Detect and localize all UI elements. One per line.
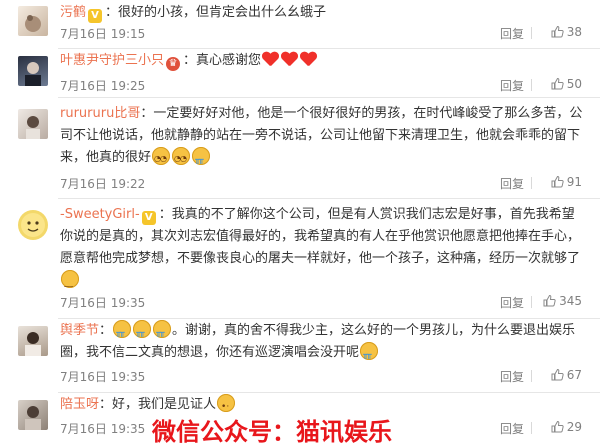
vip-badge-icon: V bbox=[141, 211, 156, 225]
divider bbox=[531, 370, 532, 382]
divider bbox=[531, 422, 532, 434]
like-button[interactable]: 50 bbox=[538, 77, 582, 91]
avatar[interactable] bbox=[18, 56, 48, 86]
avatar-image-icon bbox=[25, 15, 41, 32]
divider bbox=[58, 392, 600, 393]
like-button[interactable]: 91 bbox=[538, 175, 582, 189]
reply-button[interactable]: 回复 bbox=[500, 368, 524, 385]
avatar[interactable] bbox=[18, 400, 48, 430]
timestamp: 7月16日 19:35 bbox=[60, 296, 146, 310]
comment-text: 舆季节：。谢谢，真的舍不得我少主，这么好的一个男孩儿，为什么要退出娱乐圈，我不信… bbox=[60, 320, 585, 366]
timestamp: 7月16日 19:35 bbox=[60, 370, 146, 384]
thumbs-up-icon bbox=[551, 175, 564, 188]
reply-button[interactable]: 回复 bbox=[500, 294, 524, 311]
reply-button[interactable]: 回复 bbox=[500, 25, 524, 42]
timestamp: 7月16日 19:15 bbox=[60, 27, 146, 41]
thumbs-up-icon bbox=[551, 368, 564, 381]
avatar-image-icon bbox=[21, 213, 45, 237]
comment-body: ：真心感谢您 bbox=[183, 53, 262, 68]
divider bbox=[58, 198, 600, 199]
comment-meta: 7月16日 19:25 回复 50 bbox=[60, 77, 582, 95]
avatar-image-icon bbox=[25, 406, 41, 430]
sweat-smile-icon bbox=[152, 147, 171, 170]
thumbs-up-icon bbox=[543, 294, 556, 307]
comment-meta: 7月16日 19:22 回复 91 bbox=[60, 175, 582, 193]
username-link[interactable]: rurururu比哥 bbox=[60, 106, 140, 121]
heart-icon bbox=[262, 52, 279, 68]
thumbs-up-icon bbox=[551, 77, 564, 90]
vip-badge-icon: V bbox=[88, 9, 103, 23]
comment-text: 污鹤 V ：很好的小孩，但肯定会出什么幺蛾子 bbox=[60, 2, 585, 24]
avatar-image-icon bbox=[25, 62, 41, 86]
divider bbox=[531, 177, 532, 189]
avatar[interactable] bbox=[18, 326, 48, 356]
timestamp: 7月16日 19:22 bbox=[60, 177, 146, 191]
username-link[interactable]: 叶惠尹守护三小只 bbox=[60, 53, 164, 68]
divider bbox=[531, 27, 532, 39]
comment-text: 叶惠尹守护三小只 ♛ ：真心感谢您 bbox=[60, 50, 585, 72]
like-count: 67 bbox=[566, 368, 582, 382]
username-link[interactable]: 陪玉呀 bbox=[60, 397, 99, 412]
heart-icon bbox=[281, 52, 298, 68]
like-button[interactable]: 67 bbox=[538, 368, 582, 382]
like-count: 29 bbox=[566, 420, 582, 434]
timestamp: 7月16日 19:25 bbox=[60, 79, 146, 93]
crying-face-icon bbox=[133, 320, 152, 344]
crying-face-icon bbox=[153, 320, 172, 344]
avatar[interactable] bbox=[18, 109, 48, 139]
sweat-smile-icon bbox=[172, 147, 191, 170]
comment-meta: 7月16日 19:15 回复 38 bbox=[60, 25, 582, 43]
divider bbox=[58, 48, 600, 49]
like-count: 91 bbox=[566, 175, 582, 189]
watermark-text: 微信公众号：猫讯娱乐 bbox=[152, 418, 392, 446]
divider bbox=[531, 79, 532, 91]
username-link[interactable]: 污鹤 bbox=[60, 5, 86, 20]
like-count: 345 bbox=[559, 294, 582, 308]
timestamp: 7月16日 19:35 bbox=[60, 422, 146, 436]
thumbs-up-icon bbox=[551, 420, 564, 433]
comment-meta: 7月16日 19:35 回复 345 bbox=[60, 294, 582, 312]
like-button[interactable]: 38 bbox=[538, 25, 582, 39]
comment-body: ：好，我们是见证人 bbox=[99, 397, 217, 412]
like-count: 50 bbox=[566, 77, 582, 91]
avatar-image-icon bbox=[25, 332, 41, 356]
comment-text: -SweetyGirl- V ：我真的不了解你这个公司，但是有人赏识我们志宏是好事，… bbox=[60, 204, 585, 295]
comment-body: ： bbox=[99, 323, 113, 338]
sad-face-icon bbox=[61, 270, 79, 295]
comment-list: 污鹤 V ：很好的小孩，但肯定会出什么幺蛾子 7月16日 19:15 回复 38 叶… bbox=[0, 0, 600, 445]
sweat-icon bbox=[217, 394, 236, 418]
like-button[interactable]: 345 bbox=[538, 294, 582, 308]
avatar[interactable] bbox=[18, 6, 48, 36]
reply-button[interactable]: 回复 bbox=[500, 175, 524, 192]
divider bbox=[58, 318, 600, 319]
username-link[interactable]: 舆季节 bbox=[60, 323, 99, 338]
avatar[interactable] bbox=[18, 210, 48, 240]
crying-face-icon bbox=[192, 147, 211, 171]
thumbs-up-icon bbox=[551, 25, 564, 38]
avatar-image-icon bbox=[26, 116, 40, 139]
vip-badge-icon: ♛ bbox=[166, 57, 181, 71]
like-count: 38 bbox=[566, 25, 582, 39]
reply-button[interactable]: 回复 bbox=[500, 77, 524, 94]
reply-button[interactable]: 回复 bbox=[500, 420, 524, 437]
like-button[interactable]: 29 bbox=[538, 420, 582, 434]
comment-body: ：很好的小孩，但肯定会出什么幺蛾子 bbox=[105, 5, 327, 20]
heart-icon bbox=[300, 52, 317, 68]
crying-face-icon bbox=[360, 342, 379, 366]
divider bbox=[531, 296, 532, 308]
username-link[interactable]: -SweetyGirl- bbox=[60, 207, 140, 222]
crying-face-icon bbox=[113, 320, 132, 344]
comment-meta: 7月16日 19:35 回复 67 bbox=[60, 368, 582, 386]
divider bbox=[58, 97, 600, 98]
comment-text: rurururu比哥：一定要好好对他，他是一个很好很好的男孩，在时代峰峻受了那么… bbox=[60, 103, 585, 171]
